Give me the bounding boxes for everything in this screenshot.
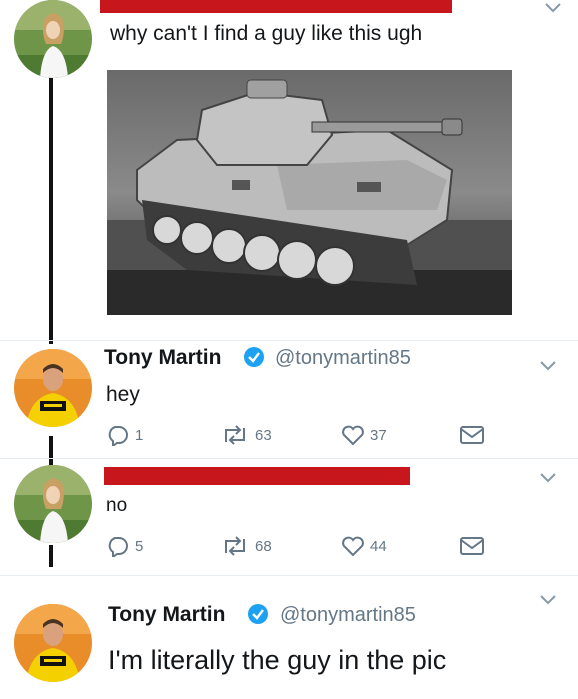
tweet-divider (0, 458, 578, 459)
dm-button[interactable] (459, 424, 485, 446)
avatar-woman-image (14, 465, 92, 543)
tweet-text: why can't I find a guy like this ugh (110, 22, 423, 45)
like-button[interactable]: 37 (341, 424, 387, 446)
like-count: 37 (370, 426, 387, 444)
dm-button[interactable] (459, 535, 485, 557)
reply-button[interactable]: 1 (104, 424, 143, 446)
chevron-down-icon[interactable] (537, 592, 559, 608)
dm-icon (460, 537, 484, 555)
tweet-divider (0, 575, 578, 576)
reply-count: 1 (135, 426, 144, 444)
redacted-name-bar (104, 467, 410, 485)
tank-photo-image (107, 70, 512, 315)
user-avatar-3[interactable] (14, 465, 92, 543)
retweet-count: 63 (255, 426, 272, 444)
retweet-button[interactable]: 63 (220, 424, 272, 446)
like-icon (342, 425, 364, 446)
tweet-text: I'm literally the guy in the pic (108, 645, 447, 675)
tweet-text: no (106, 495, 128, 516)
like-count: 44 (370, 537, 387, 555)
retweet-icon (225, 425, 245, 445)
chevron-down-icon[interactable] (537, 470, 559, 486)
user-avatar-4[interactable] (14, 604, 92, 682)
tweet-photo-tank[interactable] (107, 70, 512, 315)
display-name[interactable]: Tony Martin (108, 603, 225, 627)
thread-line-1 (49, 72, 53, 344)
user-avatar-2[interactable] (14, 349, 92, 427)
dm-icon (460, 426, 484, 444)
tweet-text: hey (106, 383, 140, 406)
reply-button[interactable]: 5 (104, 535, 143, 557)
reply-icon (108, 537, 128, 557)
avatar-woman-image (14, 0, 92, 78)
like-icon (342, 536, 364, 557)
retweet-button[interactable]: 68 (220, 535, 272, 557)
reply-icon (108, 426, 128, 446)
user-handle[interactable]: @tonymartin85 (275, 347, 411, 370)
reply-count: 5 (135, 537, 144, 555)
avatar-cyclist-image (14, 604, 92, 682)
thread-line-3 (49, 545, 53, 567)
user-handle[interactable]: @tonymartin85 (280, 604, 416, 627)
redacted-name-bar (100, 0, 452, 13)
retweet-count: 68 (255, 537, 272, 555)
thread-line-2 (49, 436, 53, 466)
avatar-cyclist-image (14, 349, 92, 427)
like-button[interactable]: 44 (341, 535, 387, 557)
chevron-down-icon[interactable] (542, 0, 564, 16)
verified-badge-icon (247, 603, 269, 625)
retweet-icon (225, 536, 245, 556)
verified-badge-icon (243, 346, 265, 368)
user-avatar-1[interactable] (14, 0, 92, 78)
chevron-down-icon[interactable] (537, 358, 559, 374)
display-name[interactable]: Tony Martin (104, 346, 221, 370)
tweet-divider (0, 340, 578, 341)
